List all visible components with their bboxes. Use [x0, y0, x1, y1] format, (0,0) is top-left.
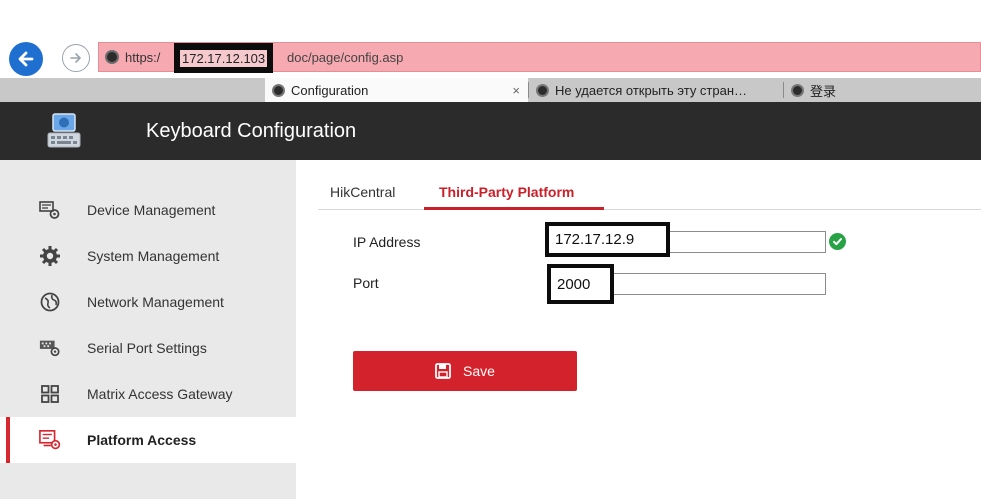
tab-label: Не удается открыть эту стран… [555, 82, 748, 98]
platform-tabs: HikCentral Third-Party Platform [318, 176, 981, 210]
sidebar-item-label: Matrix Access Gateway [87, 386, 233, 402]
tab-configuration[interactable]: Configuration × [265, 78, 528, 102]
sidebar-item-label: System Management [87, 248, 220, 264]
tab-label: 登录 [810, 83, 837, 99]
sidebar-item-network-management[interactable]: Network Management [0, 279, 296, 325]
browser-address-row: https:/ 172.17.12.103 doc/page/config.as… [0, 0, 981, 78]
grid-icon [39, 383, 61, 405]
sidebar-item-device-management[interactable]: Device Management [0, 187, 296, 233]
back-button[interactable] [9, 42, 43, 76]
sidebar-item-serial-port-settings[interactable]: Serial Port Settings [0, 325, 296, 371]
save-button[interactable]: Save [353, 351, 577, 391]
sidebar-item-label: Device Management [87, 202, 216, 218]
sidebar-item-label: Platform Access [87, 432, 197, 448]
tab-hikcentral[interactable]: HikCentral [330, 184, 395, 200]
sidebar-item-system-management[interactable]: System Management [0, 233, 296, 279]
url-host-highlight: 172.17.12.103 [174, 43, 274, 73]
app-header: Keyboard Configuration [0, 102, 981, 160]
port-value-highlight: 2000 [547, 264, 614, 304]
browser-tab-strip: Configuration × Не удается открыть эту с… [0, 78, 981, 102]
arrow-right-icon [70, 53, 81, 63]
ip-address-value: 172.17.12.9 [555, 231, 635, 248]
port-value: 2000 [557, 275, 591, 293]
sidebar-item-label: Serial Port Settings [87, 340, 207, 356]
address-bar[interactable]: https:/ 172.17.12.103 doc/page/config.as… [98, 42, 981, 73]
app-title: Keyboard Configuration [146, 120, 357, 142]
network-globe-icon [39, 291, 61, 313]
active-tab-underline [424, 207, 604, 210]
save-button-label: Save [463, 363, 495, 379]
sidebar-item-platform-access[interactable]: Platform Access [0, 417, 296, 463]
port-label: Port [353, 275, 379, 291]
arrow-left-icon [18, 51, 34, 67]
active-indicator [6, 417, 10, 463]
url-host: 172.17.12.103 [180, 49, 268, 67]
tab-error-page[interactable]: Не удается открыть эту стран… [529, 78, 783, 102]
close-tab-icon[interactable]: × [512, 83, 520, 98]
keyboard-app-icon [47, 113, 81, 148]
ip-address-value-highlight: 172.17.12.9 [545, 222, 670, 257]
tab-third-party-platform[interactable]: Third-Party Platform [439, 184, 574, 200]
tab-site-icon [536, 83, 549, 97]
gear-icon [39, 245, 61, 267]
forward-button[interactable] [62, 44, 90, 72]
ip-address-label: IP Address [353, 234, 421, 250]
platform-access-icon [39, 429, 61, 451]
sidebar: Device Management System Management Netw… [0, 160, 296, 499]
serial-port-icon [39, 337, 61, 359]
device-management-icon [39, 199, 61, 221]
valid-check-icon [829, 233, 846, 250]
tab-label: Configuration [291, 82, 369, 98]
tab-site-icon [791, 83, 804, 97]
tab-login[interactable]: 登录 [784, 78, 904, 102]
url-scheme: https:/ [125, 50, 161, 65]
tab-site-icon [272, 83, 285, 97]
site-icon [105, 50, 119, 64]
floppy-disk-icon [435, 363, 451, 379]
sidebar-item-matrix-access-gateway[interactable]: Matrix Access Gateway [0, 371, 296, 417]
sidebar-item-label: Network Management [87, 294, 224, 310]
url-path: doc/page/config.asp [287, 50, 404, 65]
